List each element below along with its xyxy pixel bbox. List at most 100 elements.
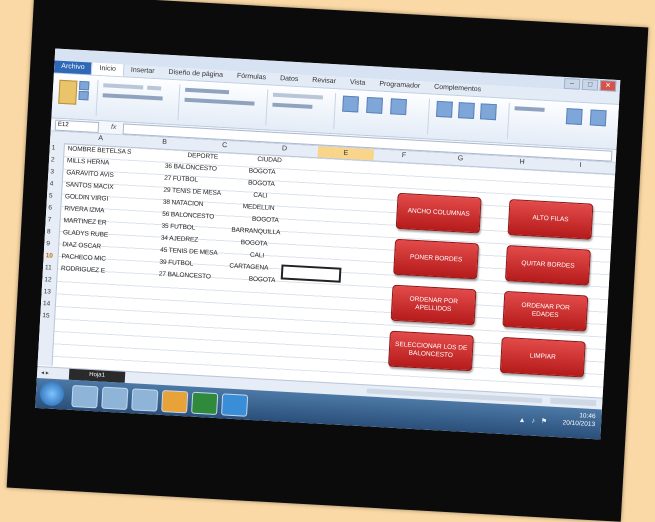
limpiar-button[interactable]: LIMPIAR (499, 336, 586, 378)
row-header[interactable]: 9 (46, 240, 50, 247)
zoom-slider[interactable] (550, 397, 597, 407)
cell-b10[interactable]: 39 FUTBOL (159, 259, 193, 268)
row-header[interactable]: 3 (50, 168, 54, 175)
tab-datos[interactable]: Datos (273, 73, 306, 87)
cell-b1[interactable]: DEPORTE (187, 152, 218, 161)
cell-c5[interactable]: MEDELLIN (243, 203, 275, 212)
font-name-select[interactable] (103, 83, 144, 90)
cell-c6[interactable]: BOGOTA (252, 216, 279, 224)
tab-archivo[interactable]: Archivo (53, 60, 92, 75)
row-header[interactable]: 6 (48, 204, 52, 211)
number-format-select[interactable] (272, 92, 324, 100)
worksheet-grid[interactable]: A B C D E F G H I 1 2 3 4 5 6 7 8 9 10 1… (37, 131, 616, 397)
row-header[interactable]: 10 (45, 252, 53, 259)
cell-a3[interactable]: GARAVITO AVIS (66, 169, 114, 179)
excel-icon[interactable] (191, 391, 219, 416)
poner-bordes-button[interactable]: PONER BORDES (393, 238, 480, 280)
cell-a8[interactable]: GLADYS RUBE (63, 229, 108, 239)
font-size-select[interactable] (147, 85, 162, 91)
fx-icon[interactable]: fx (111, 122, 117, 134)
row-header[interactable]: 4 (49, 180, 53, 187)
tab-revisar[interactable]: Revisar (305, 74, 343, 88)
row-header[interactable]: 13 (43, 288, 51, 295)
cell-c9[interactable]: CALI (250, 252, 264, 260)
cell-b2[interactable]: 36 BALONCESTO (165, 163, 217, 173)
cell-a11[interactable]: RODRIGUEZ E (61, 265, 105, 274)
row-header[interactable]: 2 (51, 156, 55, 163)
col-header-h[interactable]: H (519, 159, 524, 166)
copy-icon[interactable] (78, 90, 89, 101)
tab-insertar[interactable]: Insertar (123, 64, 161, 78)
alto-filas-button[interactable]: ALTO FILAS (507, 199, 594, 240)
col-header-i[interactable]: I (579, 162, 581, 169)
ordenar-apellidos-button[interactable]: ORDENAR POR APELLIDOS (390, 284, 477, 326)
selected-cell[interactable] (280, 264, 342, 283)
cell-c4[interactable]: CALI (253, 192, 267, 200)
row-header[interactable]: 15 (42, 312, 50, 319)
cell-b4[interactable]: 29 TENIS DE MESA (163, 187, 221, 197)
cell-c2[interactable]: BOGOTA (249, 167, 276, 175)
system-tray[interactable]: ▲ ♪ ⚑ (518, 416, 549, 426)
cell-a9[interactable]: DIAZ OSCAR (62, 241, 101, 250)
sheet-nav-arrows[interactable]: ◂ ▸ (41, 369, 49, 376)
col-header-b[interactable]: B (162, 139, 167, 146)
start-button[interactable] (39, 381, 65, 407)
cell-b9[interactable]: 45 TENIS DE MESA (160, 247, 218, 257)
delete-cells-icon[interactable] (457, 102, 475, 119)
explorer-icon[interactable] (101, 386, 129, 411)
wrap-merge-buttons[interactable] (184, 97, 255, 106)
app-icon[interactable] (221, 393, 249, 417)
cell-b11[interactable]: 27 BALONCESTO (159, 271, 211, 281)
ordenar-edades-button[interactable]: ORDENAR POR EDADES (502, 290, 589, 332)
align-buttons[interactable] (185, 87, 230, 95)
number-buttons[interactable] (272, 102, 313, 109)
clock[interactable]: 10:46 20/10/2013 (562, 411, 595, 430)
cell-a7[interactable]: MARTINEZ ER (63, 217, 106, 226)
paste-icon[interactable] (58, 79, 78, 105)
format-cells-icon[interactable] (479, 103, 497, 121)
cell-c3[interactable]: BOGOTA (248, 179, 275, 187)
minimize-button[interactable]: – (563, 77, 581, 90)
row-header[interactable]: 1 (51, 144, 55, 151)
row-header[interactable]: 12 (44, 276, 52, 283)
cell-b5[interactable]: 38 NATACION (163, 199, 204, 208)
cell-b6[interactable]: 56 BALONCESTO (162, 211, 214, 221)
col-header-d[interactable]: D (282, 145, 287, 152)
tab-vista[interactable]: Vista (343, 77, 373, 91)
cell-a10[interactable]: PACHECO MIC (61, 253, 106, 262)
close-button[interactable]: ✕ (599, 79, 617, 92)
col-header-c[interactable]: C (222, 142, 227, 149)
cell-c11[interactable]: BOGOTA (248, 276, 275, 284)
cell-c10[interactable]: CARTAGENA (229, 263, 268, 272)
cell-a5[interactable]: GOLDIN VIRGI (65, 193, 109, 202)
col-header-f[interactable]: F (402, 152, 407, 159)
tab-inicio[interactable]: Inicio (91, 62, 125, 77)
autosum-button[interactable] (514, 106, 545, 112)
col-header-g[interactable]: G (458, 155, 464, 162)
sort-filter-icon[interactable] (565, 108, 583, 125)
row-header[interactable]: 7 (47, 216, 51, 223)
cut-icon[interactable] (78, 80, 90, 91)
cell-styles-icon[interactable] (390, 98, 407, 116)
cell-b3[interactable]: 27 FUTBOL (164, 175, 198, 184)
folder-icon[interactable] (161, 389, 189, 414)
ie-icon[interactable] (71, 384, 99, 409)
row-header[interactable]: 8 (47, 228, 51, 235)
ancho-columnas-button[interactable]: ANCHO COLUMNAS (395, 192, 482, 234)
row-header[interactable]: 11 (45, 264, 52, 271)
row-header[interactable]: 14 (43, 300, 51, 307)
cell-c7[interactable]: BARRANQUILLA (231, 227, 280, 237)
media-player-icon[interactable] (131, 388, 159, 412)
format-table-icon[interactable] (366, 96, 383, 114)
cell-c1[interactable]: CIUDAD (257, 156, 282, 164)
conditional-format-icon[interactable] (342, 95, 360, 113)
find-select-icon[interactable] (589, 109, 607, 127)
cell-a4[interactable]: SANTOS MACIX (65, 181, 113, 191)
tab-formulas[interactable]: Fórmulas (230, 70, 274, 84)
quitar-bordes-button[interactable]: QUITAR BORDES (504, 244, 591, 286)
insert-cells-icon[interactable] (436, 100, 453, 118)
format-buttons[interactable] (102, 93, 163, 101)
col-header-a[interactable]: A (98, 135, 103, 142)
cell-a6[interactable]: RIVERA IZMA (64, 205, 104, 214)
cell-b7[interactable]: 35 FUTBOL (161, 223, 195, 232)
